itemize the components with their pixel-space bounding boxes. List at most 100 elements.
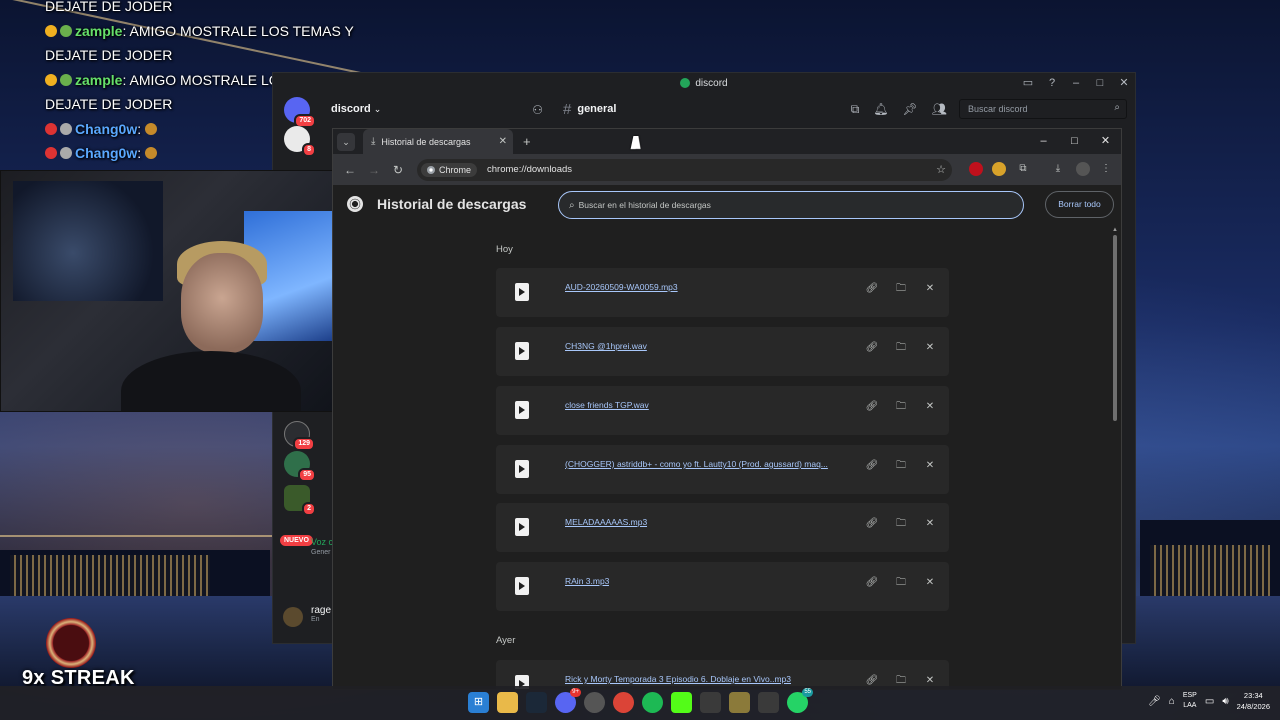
chrome-logo-icon <box>427 165 435 174</box>
channel-sidebar-header[interactable]: discord ⌄ ⚇ <box>321 93 551 125</box>
show-in-folder-icon[interactable]: 🗀 <box>891 514 911 534</box>
spotify-icon[interactable] <box>642 692 663 713</box>
copy-link-icon[interactable]: 🔗︎ <box>862 397 882 417</box>
new-tab-button[interactable]: + <box>523 134 531 149</box>
pin-icon[interactable]: 📌︎ <box>903 102 918 117</box>
close-button[interactable]: ✕ <box>1090 129 1121 154</box>
clock[interactable]: 23:34 24/8/2026 <box>1237 690 1270 712</box>
scroll-thumb[interactable] <box>1113 235 1117 421</box>
show-in-folder-icon[interactable]: 🗀 <box>891 397 911 417</box>
download-item: CH3NG @1hprei.wav 🔗︎ 🗀 ✕ <box>496 327 949 376</box>
download-file-link[interactable]: (CHOGGER) astriddb+ - como yo ft. Lautty… <box>565 459 828 469</box>
clear-all-button[interactable]: Borrar todo <box>1045 191 1114 218</box>
close-button[interactable]: ✕ <box>1117 76 1131 90</box>
server-icon[interactable]: 8 <box>284 126 316 157</box>
whatsapp-icon[interactable]: 55 <box>787 688 813 713</box>
network-icon[interactable]: ⌂ <box>1169 696 1175 707</box>
chat-text: : AMIGO MOSTRALE LOS TEMAS Y <box>122 22 354 39</box>
download-file-link[interactable]: close friends TGP.wav <box>565 400 649 410</box>
show-in-folder-icon[interactable]: 🗀 <box>891 456 911 476</box>
downloads-search-input[interactable] <box>578 200 999 210</box>
downloads-search-field[interactable]: ⌕ <box>558 191 1024 219</box>
badge-icon <box>60 73 72 86</box>
copy-link-icon[interactable]: 🔗︎ <box>862 338 882 358</box>
bell-icon[interactable]: 🔔︎ <box>873 102 888 117</box>
download-file-link[interactable]: Rick y Morty Temporada 3 Episodio 6. Dob… <box>565 674 791 684</box>
emote-icon <box>45 122 57 135</box>
scroll-up-arrow-icon[interactable]: ▲ <box>1112 227 1118 233</box>
steam-icon[interactable] <box>526 692 547 713</box>
remove-icon[interactable]: ✕ <box>920 338 940 358</box>
tab-search-button[interactable]: ⌄ <box>337 132 355 151</box>
maximize-button[interactable]: □ <box>1093 76 1107 90</box>
downloads-icon[interactable]: ⤓ <box>1051 162 1065 176</box>
extension-icon[interactable] <box>969 162 983 176</box>
server-icon[interactable]: 95 <box>284 451 316 482</box>
server-name[interactable]: discord <box>331 103 371 115</box>
address-bar[interactable]: Chrome chrome://downloads ☆ <box>417 158 952 181</box>
server-icon[interactable]: 2 <box>284 485 316 516</box>
members-icon[interactable]: 👥︎ <box>932 102 947 117</box>
profile-avatar[interactable] <box>1076 162 1090 176</box>
extension-icon[interactable] <box>992 162 1006 176</box>
page-scrollbar[interactable]: ▲ <box>1112 227 1118 687</box>
copy-link-icon[interactable]: 🔗︎ <box>862 279 882 299</box>
start-menu-icon[interactable]: ⊞ <box>468 692 489 713</box>
kick-icon[interactable] <box>671 692 692 713</box>
copy-link-icon[interactable]: 🔗︎ <box>862 573 882 593</box>
avatar[interactable] <box>283 607 303 627</box>
help-icon[interactable]: ? <box>1045 76 1059 90</box>
download-item: Rick y Morty Temporada 3 Episodio 6. Dob… <box>496 660 949 689</box>
minimize-button[interactable]: – <box>1069 76 1083 90</box>
discord-search-input[interactable]: Buscar discord ⌕ <box>959 99 1127 119</box>
copy-link-icon[interactable]: 🔗︎ <box>862 456 882 476</box>
discord-icon[interactable]: 9+ <box>555 688 581 713</box>
language-indicator[interactable]: ESP LAA <box>1183 691 1197 711</box>
download-file-link[interactable]: AUD-20260509-WA0059.mp3 <box>565 282 678 292</box>
puzzle-extensions-icon[interactable]: ⧉ <box>1016 162 1030 176</box>
remove-icon[interactable]: ✕ <box>920 456 940 476</box>
tab-close-icon[interactable]: ✕ <box>499 136 507 147</box>
copy-link-icon[interactable]: 🔗︎ <box>862 514 882 534</box>
download-file-link[interactable]: MELADAAAAAS.mp3 <box>565 517 647 527</box>
remove-icon[interactable]: ✕ <box>920 514 940 534</box>
downloads-header: Historial de descargas ⌕ Borrar todo <box>333 185 1121 225</box>
maximize-button[interactable]: □ <box>1059 129 1090 154</box>
bookmark-star-icon[interactable]: ☆ <box>936 163 946 176</box>
server-icon[interactable]: 129 <box>284 421 315 451</box>
more-menu-icon[interactable]: ⋮ <box>1099 162 1113 176</box>
chrome-page-chip[interactable]: Chrome <box>421 162 478 177</box>
show-in-folder-icon[interactable]: 🗀 <box>891 338 911 358</box>
chrome-icon[interactable] <box>613 692 634 713</box>
tab-downloads[interactable]: ⤓ Historial de descargas ✕ <box>363 129 513 154</box>
direct-messages-icon[interactable]: 702 <box>284 97 316 128</box>
back-button[interactable]: ← <box>339 163 361 177</box>
download-item: AUD-20260509-WA0059.mp3 🔗︎ 🗀 ✕ <box>496 268 949 317</box>
remove-icon[interactable]: ✕ <box>920 279 940 299</box>
taskbar: ⊞ 9+ 55 🎤︎ ⌂ ESP LAA ▭ 🔊︎ 23:34 24/8/202… <box>0 686 1280 720</box>
audio-file-icon <box>515 577 529 595</box>
display-icon[interactable]: ▭ <box>1205 696 1214 707</box>
chrome-logo-icon <box>347 196 363 212</box>
reload-button[interactable]: ↻ <box>387 163 409 177</box>
chevron-down-icon[interactable]: ⌄ <box>374 104 382 115</box>
show-in-folder-icon[interactable]: 🗀 <box>891 279 911 299</box>
ccleaner-icon[interactable] <box>758 692 779 713</box>
download-file-link[interactable]: CH3NG @1hprei.wav <box>565 341 647 351</box>
volume-icon[interactable]: 🔊︎ <box>1222 696 1228 707</box>
remove-icon[interactable]: ✕ <box>920 573 940 593</box>
inbox-icon[interactable]: ▭ <box>1021 76 1035 90</box>
obs-icon[interactable] <box>584 692 605 713</box>
remove-icon[interactable]: ✕ <box>920 397 940 417</box>
microphone-icon[interactable]: 🎤︎ <box>1148 696 1161 707</box>
threads-icon[interactable]: ⧉ <box>851 102 860 117</box>
url-text[interactable]: chrome://downloads <box>487 164 572 175</box>
forward-button[interactable]: → <box>363 163 385 177</box>
download-file-link[interactable]: RAin 3.mp3 <box>565 576 609 586</box>
app-icon[interactable] <box>729 692 750 713</box>
show-in-folder-icon[interactable]: 🗀 <box>891 573 911 593</box>
minimize-button[interactable]: – <box>1028 129 1059 154</box>
file-explorer-icon[interactable] <box>497 692 518 713</box>
add-user-icon[interactable]: ⚇ <box>532 103 543 117</box>
ccleaner-icon[interactable] <box>700 692 721 713</box>
